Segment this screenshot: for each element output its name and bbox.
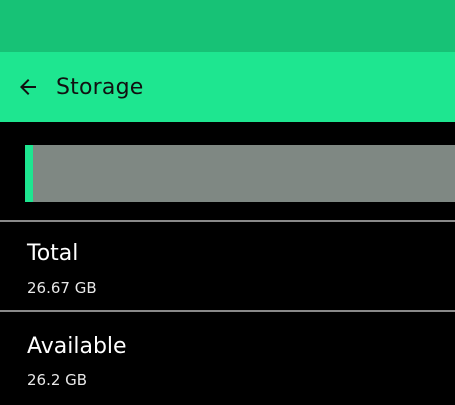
available-value: 26.2 GB [27, 371, 88, 389]
status-bar [0, 0, 455, 52]
total-label: Total [27, 241, 79, 266]
total-storage-row[interactable]: Total 26.67 GB [0, 222, 455, 310]
total-value: 26.67 GB [27, 279, 97, 297]
back-button[interactable] [6, 65, 50, 109]
available-label: Available [27, 334, 127, 359]
storage-usage-bar [25, 145, 455, 202]
available-storage-row[interactable]: Available 26.2 GB [0, 312, 455, 405]
storage-usage-fill [25, 145, 33, 202]
app-bar: Storage [0, 52, 455, 122]
page-title: Storage [56, 74, 144, 100]
arrow-left-icon [16, 75, 40, 99]
